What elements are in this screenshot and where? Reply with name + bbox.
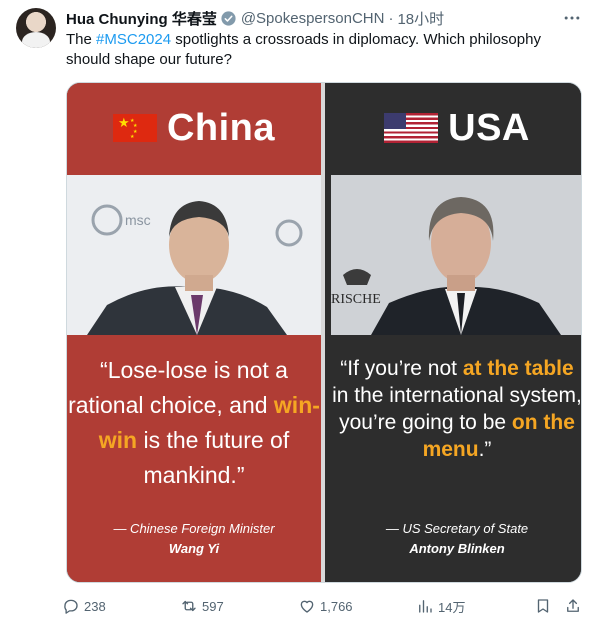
china-attribution: — Chinese Foreign Minister Wang Yi (67, 519, 321, 559)
repost-icon (182, 600, 196, 612)
bookmark-icon (537, 599, 549, 613)
display-name[interactable]: Hua Chunying 华春莹 (66, 8, 217, 29)
usa-label: USA (448, 106, 530, 149)
china-label: China (166, 106, 276, 149)
tweet-actions: 238 597 1,766 14万 (62, 594, 586, 618)
msc-backdrop-text: msc (125, 212, 151, 228)
share-icon (567, 599, 579, 612)
usa-quote: “If you’re not at the table in the inter… (331, 355, 581, 463)
china-quote: “Lose-lose is not a rational choice, and… (67, 353, 321, 493)
china-flag-icon: ★ ★ ★ ★ ★ (112, 114, 157, 142)
bookmark-button[interactable] (534, 594, 552, 618)
views-icon (419, 600, 432, 613)
usa-banner: USA (331, 89, 581, 167)
tweet-text: The #MSC2024 spotlights a crossroads in … (66, 30, 576, 70)
backdrop-text: RISCHE (331, 292, 381, 307)
china-attribution-title: — Chinese Foreign Minister (113, 521, 275, 536)
usa-attribution-name: Antony Blinken (409, 541, 505, 556)
separator-dot: · (388, 9, 394, 27)
tweet-media-image[interactable]: ★ ★ ★ ★ ★ China msc “Lose-lose is not a … (66, 82, 582, 583)
repost-count: 597 (202, 598, 224, 614)
avatar[interactable] (16, 8, 56, 48)
share-button[interactable] (564, 594, 582, 618)
china-quote-part-3: is the future of mankind.” (137, 427, 290, 488)
repost-button[interactable]: 597 (180, 594, 224, 618)
china-banner: ★ ★ ★ ★ ★ China (67, 89, 321, 167)
views-button[interactable]: 14万 (416, 594, 465, 618)
china-panel: ★ ★ ★ ★ ★ China msc “Lose-lose is not a … (67, 83, 325, 582)
verified-icon (221, 10, 236, 26)
usa-attribution: — US Secretary of State Antony Blinken (331, 519, 581, 559)
tweet-header: Hua Chunying 华春莹 @SpokespersonCHN · 18小时 (66, 8, 582, 28)
views-count: 14万 (438, 599, 466, 615)
reply-count: 238 (84, 598, 106, 614)
usa-quote-part-1: “If you’re not (340, 357, 463, 380)
china-quote-part-1: “Lose-lose is not a rational choice, and (68, 357, 288, 418)
usa-flag-icon (384, 113, 439, 143)
china-attribution-name: Wang Yi (168, 541, 220, 556)
like-icon (300, 600, 314, 613)
usa-panel: USA RISCHE “If you’re not at the table i… (325, 83, 581, 582)
more-icon[interactable] (562, 8, 582, 28)
reply-button[interactable]: 238 (62, 594, 106, 618)
reply-icon (64, 599, 78, 614)
wang-yi-photo: msc (67, 175, 321, 335)
text-before: The (66, 31, 97, 48)
like-count: 1,766 (320, 598, 353, 614)
handle[interactable]: @SpokespersonCHN (241, 10, 385, 27)
blinken-photo-art: RISCHE (331, 175, 581, 335)
timestamp[interactable]: 18小时 (397, 8, 444, 29)
blinken-photo: RISCHE (331, 175, 581, 335)
usa-quote-part-5: .” (478, 438, 492, 461)
wang-yi-photo-art: msc (67, 175, 321, 335)
hashtag-link[interactable]: #MSC2024 (96, 31, 171, 48)
like-button[interactable]: 1,766 (298, 594, 353, 618)
usa-attribution-title: — US Secretary of State (385, 521, 529, 536)
usa-quote-highlight-1: at the table (462, 357, 574, 380)
